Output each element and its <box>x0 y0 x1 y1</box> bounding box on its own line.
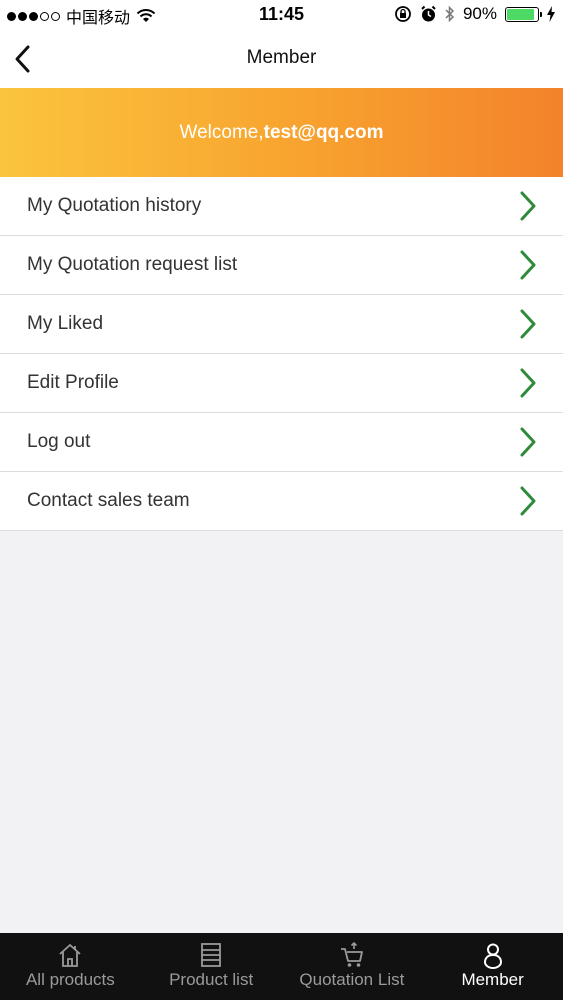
tab-all-products[interactable]: All products <box>0 933 141 1000</box>
home-icon <box>59 944 81 967</box>
welcome-prefix: Welcome, <box>179 121 264 143</box>
welcome-email: test@qq.com <box>263 121 384 143</box>
menu-item-label: Edit Profile <box>27 372 119 393</box>
status-right: 90% <box>394 4 555 24</box>
chevron-right-icon <box>520 486 536 516</box>
menu-item-label: My Liked <box>27 313 104 334</box>
chevron-right-icon <box>520 368 536 398</box>
alarm-icon <box>421 5 436 22</box>
orientation-lock-icon <box>395 6 411 22</box>
menu-item-my-liked[interactable]: My Liked <box>0 295 563 354</box>
bottom-tab-bar: All products Product list Quotation List… <box>0 933 563 1000</box>
status-bar: 中国移动 11:45 90% <box>0 0 563 30</box>
chevron-right-icon <box>520 191 536 221</box>
menu-item-label: Contact sales team <box>27 490 190 511</box>
menu-item-edit-profile[interactable]: Edit Profile <box>0 354 563 413</box>
bluetooth-icon <box>445 5 455 23</box>
menu-item-contact-sales-team[interactable]: Contact sales team <box>0 472 563 531</box>
member-menu-list: My Quotation history My Quotation reques… <box>0 177 563 531</box>
chevron-right-icon <box>520 427 536 457</box>
battery-icon <box>505 6 542 22</box>
charging-icon <box>547 6 555 22</box>
tab-member[interactable]: Member <box>422 933 563 1000</box>
menu-item-quotation-request-list[interactable]: My Quotation request list <box>0 236 563 295</box>
tab-label: All products <box>25 970 115 989</box>
battery-percent: 90% <box>462 4 497 23</box>
cart-icon <box>340 941 363 967</box>
menu-item-quotation-history[interactable]: My Quotation history <box>0 177 563 236</box>
menu-item-label: Log out <box>27 431 91 452</box>
person-icon <box>483 943 502 969</box>
menu-item-label: My Quotation request list <box>27 254 238 275</box>
list-icon <box>201 943 222 967</box>
navigation-bar: Member <box>0 30 563 88</box>
tab-label: Quotation List <box>299 970 405 989</box>
tab-product-list[interactable]: Product list <box>141 933 282 1000</box>
tab-quotation-list[interactable]: Quotation List <box>282 933 423 1000</box>
menu-item-log-out[interactable]: Log out <box>0 413 563 472</box>
welcome-banner: Welcome, test@qq.com <box>0 88 563 177</box>
menu-item-label: My Quotation history <box>27 195 202 216</box>
page-title: Member <box>246 47 317 68</box>
tab-label: Product list <box>169 970 254 989</box>
chevron-right-icon <box>520 250 536 280</box>
chevron-right-icon <box>520 309 536 339</box>
tab-label: Member <box>461 970 524 989</box>
